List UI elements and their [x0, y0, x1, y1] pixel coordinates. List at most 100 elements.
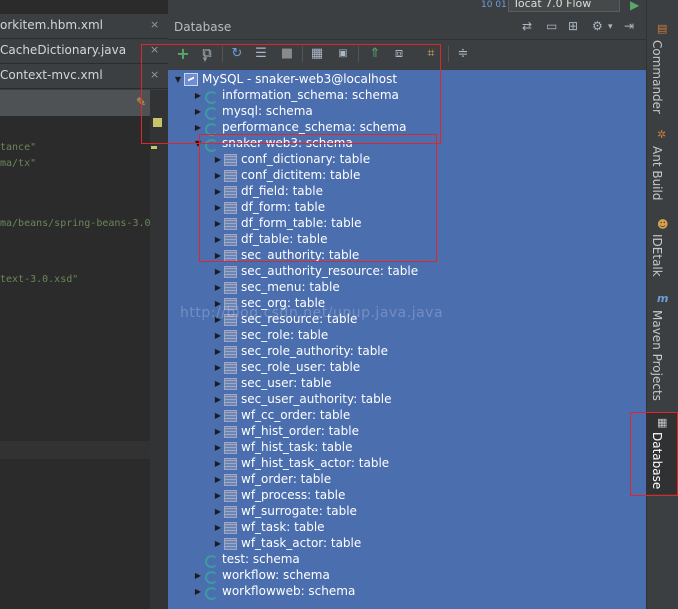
tree-node-table[interactable]: ▶ sec_menu: table — [212, 279, 340, 295]
add-icon[interactable]: + — [174, 45, 192, 63]
tree-node-schema[interactable]: ▶ mysql: schema — [192, 103, 313, 120]
tree-node-table[interactable]: ▶ df_table: table — [212, 231, 328, 248]
code-editor[interactable]: tance" ma/tx" ma/beans/spring-beans-3.0 … — [0, 116, 151, 609]
wrench-icon[interactable]: ✎ — [136, 95, 146, 109]
collapsed-arrow-icon[interactable]: ▶ — [212, 408, 224, 424]
console-icon[interactable]: ▭ — [546, 19, 557, 33]
copy-icon[interactable]: ⧉ — [198, 45, 216, 63]
hide-icon[interactable]: ⇥ — [624, 19, 634, 33]
tree-node-table[interactable]: ▶ sec_user: table — [212, 375, 332, 392]
collapsed-arrow-icon[interactable]: ▶ — [212, 216, 224, 232]
collapsed-arrow-icon[interactable]: ▶ — [212, 328, 224, 344]
diagram-icon[interactable]: ⧈ — [390, 45, 408, 63]
tree-node-schema[interactable]: ▶ workflowweb: schema — [192, 583, 355, 600]
collapsed-arrow-icon[interactable]: ▶ — [212, 472, 224, 488]
ddl-icon[interactable]: ⇑ — [366, 45, 384, 63]
tree-node-table[interactable]: ▶ wf_surrogate: table — [212, 503, 357, 519]
tree-node-table[interactable]: ▶ wf_hist_task: table — [212, 439, 353, 456]
tree-node-label: df_form: table — [241, 200, 326, 214]
tree-node-table[interactable]: ▶ conf_dictitem: table — [212, 167, 360, 183]
tree-node-table[interactable]: ▶ conf_dictionary: table — [212, 151, 370, 167]
chevron-down-icon[interactable]: ▾ — [608, 22, 613, 32]
code-line: ma/beans/spring-beans-3.0 — [0, 218, 151, 229]
collapsed-arrow-icon[interactable]: ▶ — [212, 424, 224, 440]
collapsed-arrow-icon[interactable]: ▶ — [192, 568, 204, 584]
stripe-ant-build[interactable]: ✲ Ant Build — [647, 126, 678, 202]
stop-icon[interactable]: ■ — [278, 45, 296, 63]
collapsed-arrow-icon[interactable]: ▶ — [212, 248, 224, 264]
tree-node-table[interactable]: ▶ sec_role_user: table — [212, 359, 360, 375]
collapsed-arrow-icon[interactable]: ▶ — [212, 376, 224, 392]
tree-node-table[interactable]: ▶ df_form_table: table — [212, 215, 362, 232]
tree-node-table[interactable]: ▶ sec_authority_resource: table — [212, 263, 418, 279]
collapsed-arrow-icon[interactable]: ▶ — [212, 456, 224, 472]
refresh-icon[interactable]: ↻ — [228, 45, 246, 63]
table-editor-icon[interactable]: ▦ — [308, 45, 326, 63]
tree-node-schema[interactable]: ▶ workflow: schema — [192, 567, 330, 584]
properties-icon[interactable]: ☰ — [252, 45, 270, 63]
tree-node-table[interactable]: ▶ sec_authority: table — [212, 247, 359, 263]
tree-node-table[interactable]: ▶ wf_process: table — [212, 487, 345, 503]
collapsed-arrow-icon[interactable]: ▶ — [212, 504, 224, 520]
gear-icon[interactable]: ⚙ — [592, 19, 603, 33]
stripe-idetalk[interactable]: ☻ IDEtalk — [647, 216, 678, 277]
tree-node-table[interactable]: ▶ wf_cc_order: table — [212, 407, 350, 423]
collapsed-arrow-icon[interactable]: ▶ — [192, 120, 204, 136]
close-icon[interactable]: × — [150, 43, 159, 56]
tree-node-schema[interactable]: ▶ information_schema: schema — [192, 87, 399, 104]
tree-node-connection[interactable]: ▼ MySQL - snaker-web3@localhost — [172, 71, 397, 87]
tree-node-table[interactable]: ▶ df_field: table — [212, 183, 323, 199]
collapsed-arrow-icon[interactable]: ▶ — [212, 280, 224, 296]
warning-marker[interactable] — [151, 146, 157, 149]
tree-node-table[interactable]: ▶ sec_user_authority: table — [212, 391, 392, 408]
collapsed-arrow-icon[interactable]: ▶ — [212, 520, 224, 536]
sql-console-icon[interactable]: ▣ — [334, 45, 352, 63]
stripe-maven-projects[interactable]: m Maven Projects — [647, 292, 678, 401]
sync-icon[interactable]: ⇄ — [522, 19, 532, 33]
run-configuration-select[interactable]: Tocat 7.0 Flow — [508, 0, 620, 12]
expanded-arrow-icon[interactable]: ▼ — [172, 72, 184, 88]
tree-node-table[interactable]: ▶ df_form: table — [212, 199, 325, 215]
collapsed-arrow-icon[interactable]: ▶ — [192, 584, 204, 600]
collapsed-arrow-icon[interactable]: ▶ — [212, 184, 224, 200]
expanded-arrow-icon[interactable]: ▼ — [192, 136, 204, 152]
collapsed-arrow-icon[interactable]: ▶ — [192, 88, 204, 104]
collapsed-arrow-icon[interactable]: ▶ — [212, 392, 224, 408]
tree-node-table[interactable]: ▶ wf_hist_order: table — [212, 423, 359, 439]
tree-node-table[interactable]: ▶ wf_order: table — [212, 471, 331, 487]
collapsed-arrow-icon[interactable]: ▶ — [212, 488, 224, 504]
close-icon[interactable]: × — [150, 68, 159, 81]
collapsed-arrow-icon[interactable]: ▶ — [192, 104, 204, 120]
run-icon[interactable]: ▶ — [630, 0, 639, 12]
tree-node-table[interactable]: ▶ sec_role: table — [212, 327, 328, 343]
stripe-commander[interactable]: ▤ Commander — [647, 20, 678, 120]
tree-node-table[interactable]: ▶ wf_task: table — [212, 519, 325, 535]
tree-node-schema[interactable]: ▶ performance_schema: schema — [192, 119, 406, 136]
stripe-database[interactable]: ▦ Database — [647, 412, 678, 494]
collapsed-arrow-icon[interactable]: ▶ — [212, 200, 224, 216]
collapsed-arrow-icon[interactable]: ▶ — [212, 168, 224, 184]
split-icon[interactable]: ⊞ — [568, 19, 578, 33]
tree-node-table[interactable]: ▶ sec_role_authority: table — [212, 343, 388, 359]
collapsed-arrow-icon[interactable]: ▶ — [212, 536, 224, 552]
close-icon[interactable]: × — [150, 18, 159, 31]
inspection-status-icon[interactable] — [153, 118, 162, 127]
collapsed-arrow-icon[interactable]: ▶ — [212, 344, 224, 360]
tree-node-schema[interactable]: test: schema — [192, 551, 300, 568]
tree-node-schema[interactable]: ▼ snaker-web3: schema — [192, 135, 353, 152]
tree-node-table[interactable]: ▶ wf_hist_task_actor: table — [212, 455, 389, 471]
tab-orkitem-hbm-xml[interactable]: orkitem.hbm.xml × — [0, 14, 168, 39]
build-icon[interactable]: 10 01 — [481, 0, 507, 12]
collapsed-arrow-icon[interactable]: ▶ — [212, 360, 224, 376]
tree-node-table[interactable]: ▶ wf_task_actor: table — [212, 535, 361, 551]
filter-icon[interactable]: ⌗ — [422, 45, 440, 63]
collapse-all-icon[interactable]: ≑ — [454, 45, 472, 63]
tab-context-mvc-xml[interactable]: Context-mvc.xml × — [0, 64, 168, 89]
tab-cachedictionary-java[interactable]: CacheDictionary.java × — [0, 39, 168, 64]
collapsed-arrow-icon[interactable]: ▶ — [212, 440, 224, 456]
collapsed-arrow-icon[interactable]: ▶ — [212, 152, 224, 168]
table-icon — [224, 153, 237, 166]
collapsed-arrow-icon[interactable]: ▶ — [212, 232, 224, 248]
collapsed-arrow-icon[interactable]: ▶ — [212, 264, 224, 280]
database-tree[interactable]: ▼ MySQL - snaker-web3@localhost ▶ informati… — [168, 70, 646, 609]
